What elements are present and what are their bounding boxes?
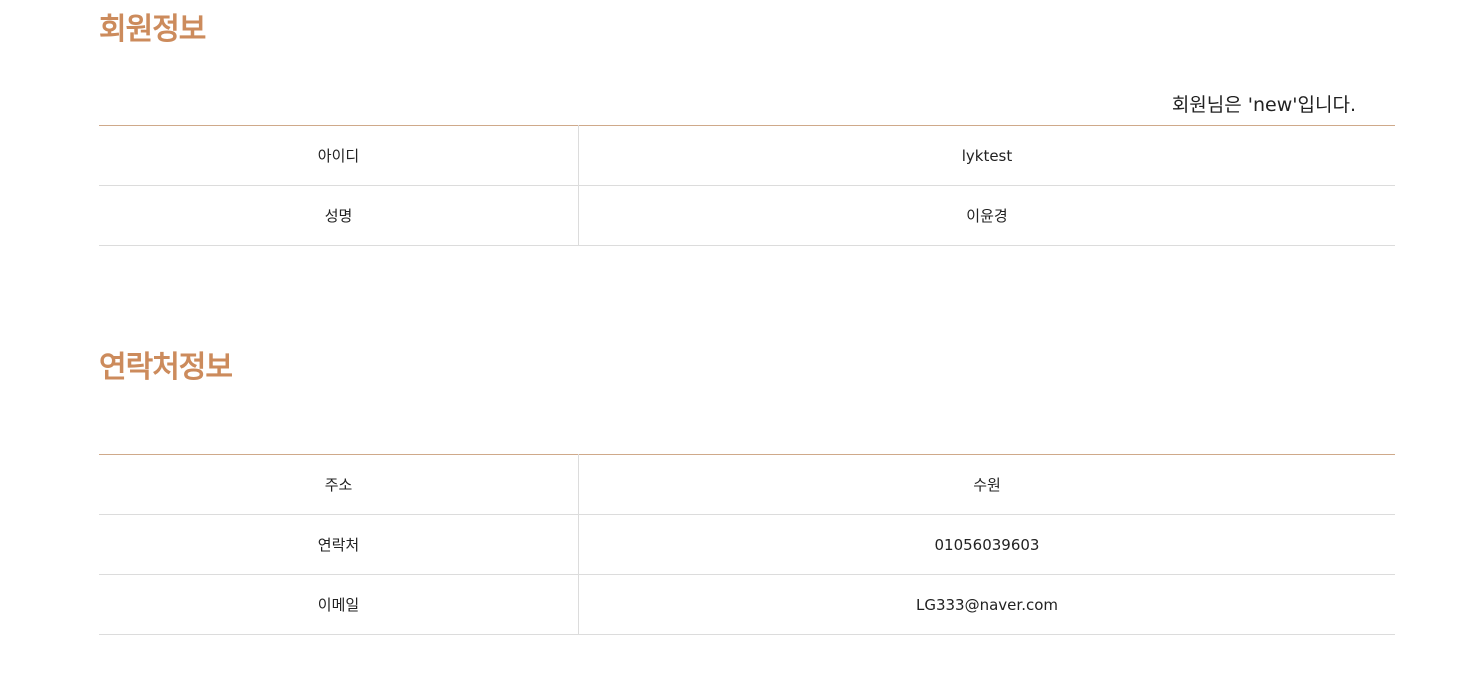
phone-value: 01056039603 xyxy=(578,514,1395,575)
contact-info-table: 주소 수원 연락처 01056039603 이메일 LG333@naver.co… xyxy=(99,454,1395,635)
table-row: 성명 이윤경 xyxy=(99,185,1395,246)
email-value: LG333@naver.com xyxy=(578,574,1395,635)
contact-info-title: 연락처정보 xyxy=(99,350,233,385)
table-row: 주소 수원 xyxy=(99,454,1395,515)
table-row: 이메일 LG333@naver.com xyxy=(99,574,1395,635)
id-value: lyktest xyxy=(578,125,1395,186)
grade-suffix: 입니다. xyxy=(1297,94,1356,116)
address-value: 수원 xyxy=(578,454,1395,515)
grade-prefix: 회원님은 xyxy=(1171,94,1248,116)
id-label: 아이디 xyxy=(99,125,579,186)
phone-label: 연락처 xyxy=(99,514,579,575)
table-row: 연락처 01056039603 xyxy=(99,514,1395,575)
name-value: 이윤경 xyxy=(578,185,1395,246)
email-label: 이메일 xyxy=(99,574,579,635)
table-row: 아이디 lyktest xyxy=(99,125,1395,186)
member-grade-text: 회원님은 'new'입니다. xyxy=(1172,92,1356,118)
name-label: 성명 xyxy=(99,185,579,246)
member-info-table: 아이디 lyktest 성명 이윤경 xyxy=(99,125,1395,246)
address-label: 주소 xyxy=(99,454,579,515)
member-info-title: 회원정보 xyxy=(99,12,206,47)
member-grade: 'new' xyxy=(1247,94,1298,116)
